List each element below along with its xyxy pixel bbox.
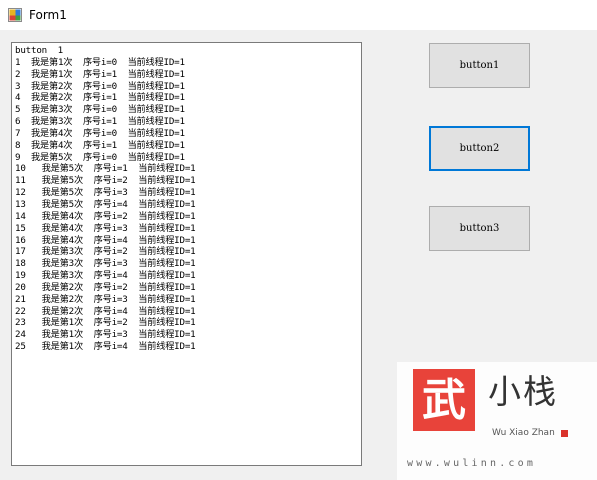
form1-window: Form1 button 11 我是第1次 序号i=0 当前线程ID=1 2 我是…	[0, 0, 597, 480]
output-line: 14 我是第4次 序号i=2 当前线程ID=1	[15, 210, 196, 222]
output-line: 2 我是第1次 序号i=1 当前线程ID=1	[15, 68, 185, 80]
output-line: 5 我是第3次 序号i=0 当前线程ID=1	[15, 104, 185, 116]
output-textbox[interactable]: button 11 我是第1次 序号i=0 当前线程ID=1 2 我是第1次 序号…	[11, 42, 362, 466]
button3[interactable]: button3	[429, 206, 530, 251]
output-line: 7 我是第4次 序号i=0 当前线程ID=1	[15, 127, 185, 139]
output-line: 18 我是第3次 序号i=3 当前线程ID=1	[15, 258, 196, 270]
output-line: 25 我是第1次 序号i=4 当前线程ID=1	[15, 341, 196, 353]
svg-text:武: 武	[422, 375, 466, 426]
brand-square-icon	[561, 430, 568, 437]
output-line: 21 我是第2次 序号i=3 当前线程ID=1	[15, 293, 196, 305]
output-line: 16 我是第4次 序号i=4 当前线程ID=1	[15, 234, 196, 246]
window-title: Form1	[29, 8, 67, 22]
winforms-app-icon	[8, 8, 22, 22]
button1[interactable]: button1	[429, 43, 530, 88]
output-line: 4 我是第2次 序号i=1 当前线程ID=1	[15, 92, 185, 104]
output-line: 9 我是第5次 序号i=0 当前线程ID=1	[15, 151, 185, 163]
output-line: 11 我是第5次 序号i=2 当前线程ID=1	[15, 175, 196, 187]
brand-english: Wu Xiao Zhan	[492, 428, 555, 438]
title-bar[interactable]: Form1	[0, 0, 597, 30]
output-line: 17 我是第3次 序号i=2 当前线程ID=1	[15, 246, 196, 258]
output-line: 19 我是第3次 序号i=4 当前线程ID=1	[15, 270, 196, 282]
output-line: 15 我是第4次 序号i=3 当前线程ID=1	[15, 222, 196, 234]
output-line: 13 我是第5次 序号i=4 当前线程ID=1	[15, 198, 196, 210]
brand-url: www.wulinn.com	[407, 458, 537, 469]
output-line: 12 我是第5次 序号i=3 当前线程ID=1	[15, 187, 196, 199]
output-line: 10 我是第5次 序号i=1 当前线程ID=1	[15, 163, 196, 175]
output-line: 22 我是第2次 序号i=4 当前线程ID=1	[15, 305, 196, 317]
output-line: button 1	[15, 45, 63, 56]
button2[interactable]: button2	[429, 126, 530, 171]
output-line: 20 我是第2次 序号i=2 当前线程ID=1	[15, 281, 196, 293]
output-line: 24 我是第1次 序号i=3 当前线程ID=1	[15, 329, 196, 341]
watermark: 武 小栈 Wu Xiao Zhan www.wulinn.com	[397, 362, 597, 480]
output-line: 8 我是第4次 序号i=1 当前线程ID=1	[15, 139, 185, 151]
output-line: 23 我是第1次 序号i=2 当前线程ID=1	[15, 317, 196, 329]
brand-name: 小栈	[488, 372, 558, 411]
output-line: 1 我是第1次 序号i=0 当前线程ID=1	[15, 56, 185, 68]
output-line: 6 我是第3次 序号i=1 当前线程ID=1	[15, 116, 185, 128]
seal-logo-icon: 武	[413, 369, 475, 431]
output-line: 3 我是第2次 序号i=0 当前线程ID=1	[15, 80, 185, 92]
